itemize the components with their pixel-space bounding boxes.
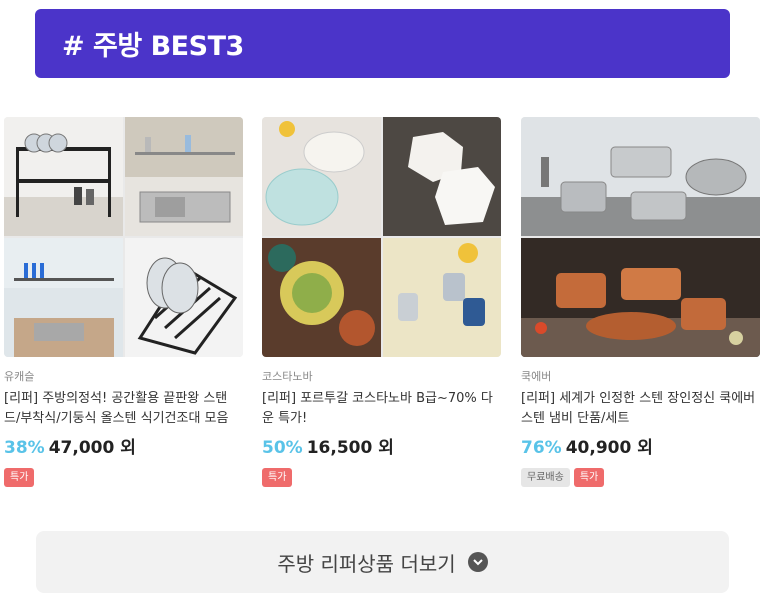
badge-list: 특가 [262,468,501,487]
price-row: 38% 47,000 외 [4,433,243,458]
product-brand: 쿡에버 [521,370,552,383]
plate-icon [262,238,381,357]
banner-title: # 주방 BEST3 [62,31,244,62]
cup-icon [382,238,501,357]
free-shipping-badge: 무료배송 [521,468,570,487]
product-card[interactable]: 쿡에버 [리퍼] 세계가 인정한 스텐 장인정신 쿡에버 스텐 냄비 단품/세트… [521,117,760,487]
price-row: 50% 16,500 외 [262,433,501,458]
product-name[interactable]: [리퍼] 포르투갈 코스타노바 B급~70% 다운 특가! [262,389,501,429]
pot-icon [521,238,760,357]
discount-rate: 38% [4,438,45,458]
product-image[interactable] [262,117,501,357]
chevron-down-icon [467,552,488,572]
product-card[interactable]: 유캐슬 [리퍼] 주방의정석! 공간활용 끝판왕 스탠드/부착식/기둥식 올스텐… [4,117,243,487]
more-button-label: 주방 리퍼상품 더보기 [277,551,456,576]
plate-icon [262,117,381,236]
dish-rack-icon [124,238,243,357]
product-image[interactable] [4,117,243,357]
product-price: 40,900 외 [565,438,653,458]
product-name[interactable]: [리퍼] 주방의정석! 공간활용 끝판왕 스탠드/부착식/기둥식 올스텐 식기건… [4,389,243,429]
product-brand: 유캐슬 [4,370,35,383]
special-badge: 특가 [4,468,35,487]
dish-rack-icon [124,117,243,236]
plate-icon [382,117,501,236]
more-kitchen-refurb-button[interactable]: 주방 리퍼상품 더보기 [36,531,729,593]
special-badge: 특가 [573,468,605,487]
product-price: 47,000 외 [48,438,136,458]
badge-list: 무료배송 특가 [521,468,760,487]
badge-list: 특가 [4,468,243,487]
discount-rate: 50% [262,438,303,458]
product-brand: 코스타노바 [262,370,313,383]
product-price: 16,500 외 [306,438,394,458]
pot-icon [521,117,760,236]
best3-banner: # 주방 BEST3 [35,9,730,78]
product-image[interactable] [521,117,760,357]
product-name[interactable]: [리퍼] 세계가 인정한 스텐 장인정신 쿡에버 스텐 냄비 단품/세트 [521,389,760,429]
special-badge: 특가 [262,468,293,487]
dish-rack-icon [4,238,123,357]
dish-rack-icon [4,117,123,236]
price-row: 76% 40,900 외 [521,433,760,458]
product-card[interactable]: 코스타노바 [리퍼] 포르투갈 코스타노바 B급~70% 다운 특가! 50% … [262,117,501,487]
discount-rate: 76% [521,438,562,458]
